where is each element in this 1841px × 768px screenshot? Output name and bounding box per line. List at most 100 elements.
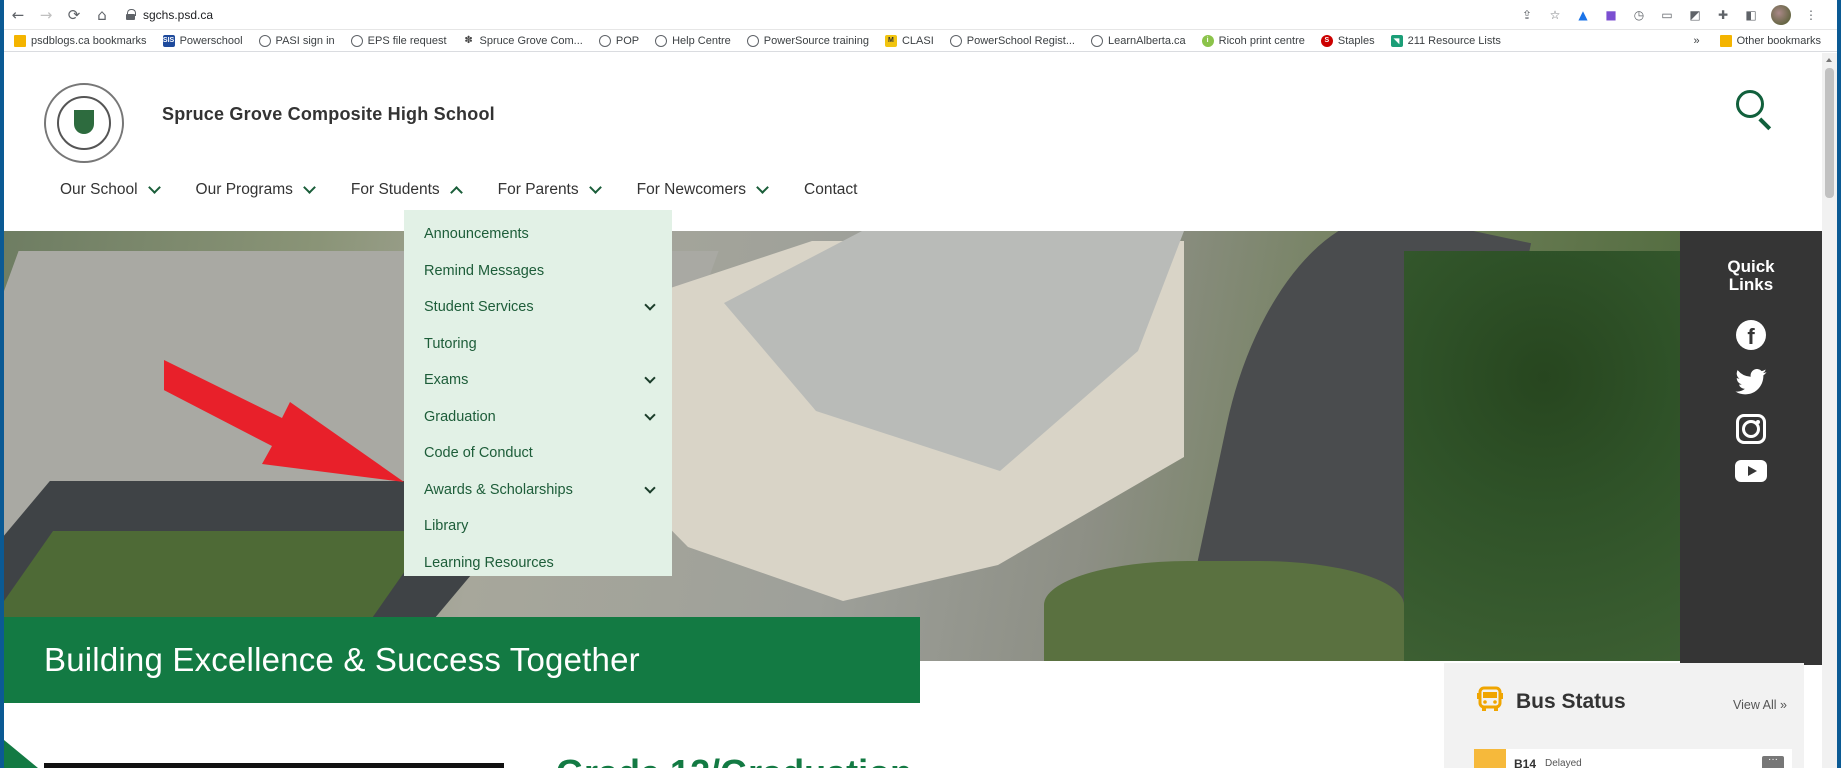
article-title[interactable]: Grade 12/Graduation [556, 752, 912, 768]
scroll-thumb[interactable] [1825, 68, 1834, 198]
dropdown-label: Graduation [424, 408, 496, 425]
instagram-icon[interactable] [1736, 414, 1766, 444]
sidepanel-icon[interactable]: ◧ [1743, 7, 1759, 23]
more-icon[interactable]: ··· [1762, 755, 1784, 768]
url-field[interactable]: sgchs.psd.ca [126, 8, 213, 22]
paw-icon: ✽ [464, 35, 473, 46]
extension-icon-2[interactable]: ■ [1603, 7, 1619, 23]
reload-icon[interactable]: ⟳ [60, 1, 88, 29]
share-icon[interactable]: ⇪ [1519, 7, 1535, 23]
bookmark-label: psdblogs.ca bookmarks [31, 34, 147, 47]
bookmark-eps[interactable]: EPS file request [350, 34, 447, 47]
bookmark-learnalberta[interactable]: LearnAlberta.ca [1090, 34, 1186, 47]
view-all-link[interactable]: View All » [1733, 698, 1787, 712]
chevron-down-icon[interactable] [644, 299, 656, 311]
clock-icon[interactable]: ◷ [1631, 7, 1647, 23]
dropdown-item-code-of-conduct[interactable]: Code of Conduct [404, 435, 672, 472]
dropdown-item-student-services[interactable]: Student Services [404, 289, 672, 326]
globe-icon [258, 34, 271, 47]
forward-icon[interactable]: → [32, 1, 60, 29]
bookmark-psdblogs[interactable]: psdblogs.ca bookmarks [14, 34, 147, 47]
nav-for-parents[interactable]: For Parents [498, 181, 602, 199]
menu-dots-icon[interactable]: ⋮ [1803, 7, 1819, 23]
quick-links-title-line1: Quick [1727, 257, 1775, 276]
chevron-down-icon [756, 181, 769, 194]
bookmark-powerschool-regist[interactable]: PowerSchool Regist... [949, 34, 1075, 47]
nav-our-school[interactable]: Our School [60, 181, 161, 199]
extensions-toolbar: ⇪ ☆ ▲ ■ ◷ ▭ ◩ ✚ ◧ ⋮ [1519, 5, 1819, 25]
extension-icon-3[interactable]: ▭ [1659, 7, 1675, 23]
decorative-corner [4, 740, 38, 768]
dropdown-item-remind-messages[interactable]: Remind Messages [404, 253, 672, 290]
address-bar: ← → ⟳ ⌂ sgchs.psd.ca ⇪ ☆ ▲ ■ ◷ ▭ ◩ ✚ ◧ ⋮ [4, 0, 1837, 30]
bookmark-powersource[interactable]: PowerSource training [746, 34, 869, 47]
bookmark-spruce-grove[interactable]: ✽ Spruce Grove Com... [463, 35, 583, 47]
puzzle-icon[interactable]: ✚ [1715, 7, 1731, 23]
bookmark-label: EPS file request [367, 34, 447, 47]
school-name[interactable]: Spruce Grove Composite High School [162, 104, 495, 125]
ricoh-icon: i [1201, 34, 1214, 47]
bookmark-pasi[interactable]: PASI sign in [258, 34, 335, 47]
scroll-up-icon[interactable] [1822, 53, 1837, 67]
sis-icon: SIS [162, 34, 175, 47]
nav-for-newcomers[interactable]: For Newcomers [637, 181, 769, 199]
star-icon[interactable]: ☆ [1547, 7, 1563, 23]
bus-status-title: Bus Status [1516, 690, 1626, 713]
chevron-down-icon [147, 181, 161, 194]
for-students-dropdown: Announcements Remind Messages Student Se… [404, 210, 672, 576]
bookmark-powerschool[interactable]: SIS Powerschool [162, 34, 243, 47]
page-scrollbar[interactable] [1822, 53, 1837, 768]
bookmark-clasi[interactable]: M CLASI [884, 34, 934, 47]
bookmark-help-centre[interactable]: Help Centre [655, 34, 731, 47]
nav-for-students[interactable]: For Students [350, 181, 463, 199]
chevron-down-icon[interactable] [644, 372, 656, 384]
bookmark-label: LearnAlberta.ca [1107, 34, 1186, 47]
bookmark-pop[interactable]: POP [598, 34, 639, 47]
dropdown-item-library[interactable]: Library [404, 508, 672, 545]
bookmark-label: Help Centre [672, 34, 731, 47]
school-logo[interactable] [44, 83, 124, 163]
dropdown-item-learning-resources[interactable]: Learning Resources [404, 545, 672, 582]
dropdown-item-tutoring[interactable]: Tutoring [404, 326, 672, 363]
globe-icon [598, 34, 611, 47]
twitter-icon[interactable] [1735, 366, 1767, 398]
other-bookmarks[interactable]: Other bookmarks [1719, 34, 1821, 47]
bookmarks-overflow-button[interactable]: » [1694, 35, 1700, 47]
nav-contact[interactable]: Contact [804, 181, 857, 199]
dropdown-item-awards-scholarships[interactable]: Awards & Scholarships [404, 472, 672, 509]
nav-label: For Students [350, 181, 440, 198]
dropdown-item-announcements[interactable]: Announcements [404, 216, 672, 253]
chevron-down-icon[interactable] [644, 409, 656, 421]
bus-icon [1477, 686, 1503, 711]
211-icon: ◥ [1390, 34, 1403, 47]
chevron-down-icon[interactable] [644, 482, 656, 494]
bookmark-211[interactable]: ◥ 211 Resource Lists [1390, 34, 1501, 47]
dropdown-item-exams[interactable]: Exams [404, 362, 672, 399]
facebook-icon[interactable]: f [1736, 320, 1766, 350]
chevron-down-icon [303, 181, 316, 194]
back-icon[interactable]: ← [4, 1, 32, 29]
clasi-icon: M [884, 34, 897, 47]
extension-icon-1[interactable]: ▲ [1575, 7, 1591, 23]
dropdown-label: Announcements [424, 226, 529, 243]
chevron-up-icon [449, 186, 463, 199]
video-thumbnail[interactable] [44, 763, 504, 768]
nav-label: Our Programs [195, 181, 293, 198]
profile-avatar[interactable] [1771, 5, 1791, 25]
nav-our-programs[interactable]: Our Programs [195, 181, 316, 199]
search-icon[interactable] [1734, 88, 1776, 130]
extension-icon-4[interactable]: ◩ [1687, 7, 1703, 23]
bus-route-row[interactable]: B14 Delayed ··· [1474, 749, 1792, 768]
bookmark-staples[interactable]: S Staples [1320, 34, 1375, 47]
crest-icon [57, 96, 111, 150]
globe-icon [350, 34, 363, 47]
dropdown-item-graduation[interactable]: Graduation [404, 399, 672, 436]
dropdown-label: Learning Resources [424, 554, 554, 571]
bookmark-label: PASI sign in [275, 34, 335, 47]
quick-links-panel: Quick Links f [1680, 231, 1822, 665]
folder-icon [14, 34, 26, 47]
youtube-icon[interactable] [1735, 460, 1767, 482]
home-icon[interactable]: ⌂ [88, 1, 116, 29]
dropdown-label: Library [424, 518, 469, 535]
bookmark-ricoh[interactable]: i Ricoh print centre [1201, 34, 1305, 47]
